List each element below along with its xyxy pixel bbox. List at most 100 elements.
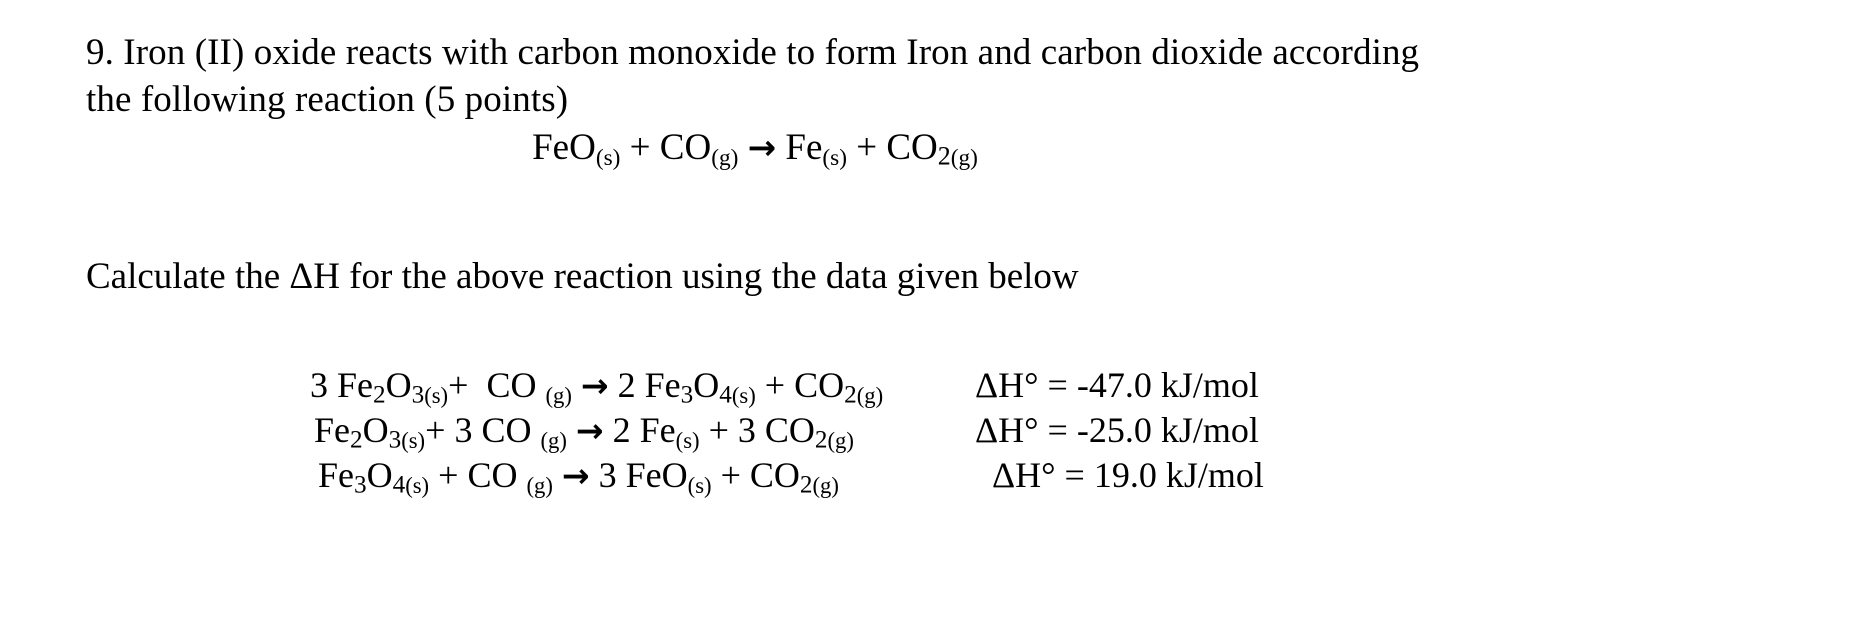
reactant-1-middle: O	[362, 410, 389, 450]
question-intro-line-2: the following reaction (5 points)	[86, 78, 569, 120]
main-eq-product-2: CO2(g)	[886, 127, 978, 172]
product-2-subscript: 2	[799, 471, 813, 499]
product-2: CO2(g)	[749, 455, 839, 498]
product-2-subscript: 2	[814, 426, 828, 454]
enthalpy-equals-sign: =	[1047, 365, 1068, 405]
product-2: CO2(g)	[764, 410, 854, 453]
product-1: FeO(s)	[625, 455, 712, 498]
product-2-state: (g)	[856, 382, 884, 408]
product-2-formula: CO	[764, 410, 815, 450]
enthalpy-value-group: ΔH° = 19.0 kJ/mol	[992, 453, 1264, 498]
product-1-formula: Fe	[639, 410, 676, 450]
enthalpy-equals-sign: =	[1064, 455, 1085, 495]
reaction-arrow-icon: →	[561, 456, 590, 495]
product-2-state: (g)	[812, 472, 839, 498]
enthalpy-value: 19.0 kJ/mol	[1093, 455, 1264, 495]
plus-sign-1: +	[425, 410, 446, 450]
reactant-1-coefficient: 3	[310, 365, 337, 405]
plus-sign-1: +	[448, 365, 469, 405]
main-eq-product-1: Fe(s)	[785, 127, 856, 172]
product-1-state: (s)	[731, 382, 756, 408]
main-chemical-equation: FeO(s) + CO(g) → Fe(s) + CO2(g)	[0, 126, 1510, 172]
reactant-2-state: (g)	[545, 382, 572, 408]
main-eq-product-2-subscript: 2	[937, 141, 951, 171]
reactant-2-state: (g)	[526, 472, 553, 498]
product-2-coefficient: 3	[737, 410, 765, 450]
reactant-2: CO (g)	[467, 455, 553, 498]
reactant-1-state: (s)	[401, 427, 426, 453]
enthalpy-value-group: ΔH° = -47.0 kJ/mol	[975, 363, 1259, 408]
reactant-1: Fe3O4(s)	[318, 455, 429, 498]
reactant-2: CO (g)	[481, 410, 567, 453]
main-eq-product-2-state: (g)	[950, 145, 978, 172]
reactant-1-middle: O	[366, 455, 393, 495]
reactant-1-subscript-1: 2	[373, 381, 386, 409]
thermochemical-equation-row: 3 Fe2O3(s)+ CO (g) → 2 Fe3O4(s) + CO2(g)…	[310, 363, 1259, 410]
plus-sign-2: +	[764, 365, 786, 405]
reactant-1-subscript-2: 3	[411, 381, 425, 409]
product-1-state: (s)	[687, 472, 712, 498]
main-eq-reactant-1-formula: FeO	[532, 127, 596, 168]
product-2: CO2(g)	[794, 365, 884, 408]
calculate-instruction: Calculate the ΔH for the above reaction …	[86, 256, 1079, 297]
enthalpy-equals-sign: =	[1047, 410, 1068, 450]
reactant-1-middle: O	[385, 365, 412, 405]
reactant-2-state: (g)	[540, 427, 567, 453]
reactant-1-formula: Fe	[314, 410, 350, 450]
enthalpy-label: ΔH°	[975, 410, 1039, 450]
main-eq-reactant-1: FeO(s)	[532, 127, 630, 172]
main-eq-plus-2: +	[856, 127, 878, 168]
product-1-formula: FeO	[625, 455, 688, 495]
product-2-formula: CO	[794, 365, 845, 405]
reactant-1-state: (s)	[424, 382, 449, 408]
reaction-arrow-icon: →	[580, 366, 609, 405]
main-eq-reactant-1-state: (s)	[595, 145, 621, 172]
reactant-1-subscript-1: 2	[350, 426, 363, 454]
thermochemical-equation-row: Fe2O3(s)+ 3 CO (g) → 2 Fe(s) + 3 CO2(g) …	[310, 408, 1259, 455]
product-2-subscript: 2	[844, 381, 857, 409]
reactant-2-formula: CO	[467, 455, 518, 495]
reactant-1-formula: Fe	[318, 455, 354, 495]
reaction-arrow-icon: →	[575, 411, 604, 450]
reactant-1-subscript-2: 4	[392, 471, 406, 499]
reactant-2: CO (g)	[486, 365, 572, 408]
product-1-coefficient: 3	[598, 455, 626, 495]
plus-sign-1: +	[438, 455, 459, 495]
enthalpy-value: -25.0 kJ/mol	[1076, 410, 1259, 450]
product-2-state: (g)	[827, 427, 854, 453]
product-1-middle: O	[693, 365, 720, 405]
reactant-1-formula: Fe	[337, 365, 373, 405]
equation-formula: Fe2O3(s)+ 3 CO (g) → 2 Fe(s) + 3 CO2(g)	[310, 408, 854, 455]
reactant-1: Fe2O3(s)	[314, 410, 426, 453]
thermochemical-equation-row: Fe3O4(s) + CO (g) → 3 FeO(s) + CO2(g) ΔH…	[310, 453, 1264, 498]
product-1: Fe3O4(s)	[644, 365, 756, 408]
thermochemical-data-block: 3 Fe2O3(s)+ CO (g) → 2 Fe3O4(s) + CO2(g)…	[310, 363, 1264, 498]
enthalpy-value: -47.0 kJ/mol	[1076, 365, 1259, 405]
plus-sign-2: +	[720, 455, 741, 495]
product-1-formula: Fe	[644, 365, 681, 405]
main-eq-product-1-state: (s)	[822, 145, 847, 172]
reactant-2-coefficient: 3	[454, 410, 482, 450]
enthalpy-label: ΔH°	[975, 365, 1039, 405]
equation-formula: 3 Fe2O3(s)+ CO (g) → 2 Fe3O4(s) + CO2(g)	[310, 363, 883, 410]
main-eq-reactant-2: CO(g)	[659, 127, 748, 172]
enthalpy-value-group: ΔH° = -25.0 kJ/mol	[975, 408, 1259, 453]
reactant-2-formula: CO	[486, 365, 537, 405]
main-eq-reactant-2-state: (g)	[711, 145, 739, 172]
main-eq-product-2-formula: CO	[886, 127, 938, 168]
main-eq-product-1-formula: Fe	[785, 127, 823, 168]
reactant-1-subscript-1: 3	[354, 471, 367, 499]
product-2-formula: CO	[749, 455, 800, 495]
question-intro-line-1: 9. Iron (II) oxide reacts with carbon mo…	[86, 32, 1420, 73]
product-1-coefficient: 2	[612, 410, 640, 450]
worksheet-page: 9. Iron (II) oxide reacts with carbon mo…	[0, 0, 1872, 642]
question-intro-paragraph: 9. Iron (II) oxide reacts with carbon mo…	[86, 30, 1806, 123]
main-eq-reactant-2-formula: CO	[659, 127, 712, 168]
reactant-2-formula: CO	[481, 410, 532, 450]
plus-sign-2: +	[708, 410, 729, 450]
enthalpy-label: ΔH°	[992, 455, 1056, 495]
main-eq-plus-1: +	[629, 127, 651, 168]
reaction-arrow-icon: →	[747, 128, 777, 168]
product-1: Fe(s)	[639, 410, 700, 453]
reactant-1: Fe2O3(s)	[337, 365, 449, 408]
